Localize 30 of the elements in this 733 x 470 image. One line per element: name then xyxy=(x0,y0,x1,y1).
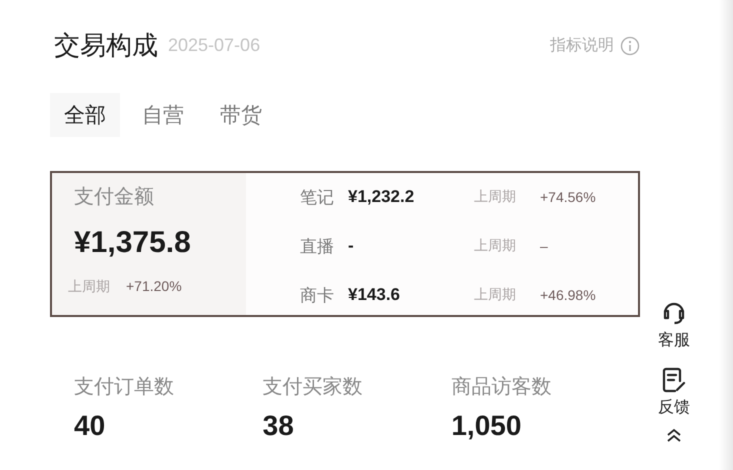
tab[interactable]: 自营 xyxy=(128,93,198,137)
channel-name: 直播 xyxy=(300,236,335,258)
channel-value: ¥1,232.2 xyxy=(348,187,416,207)
compare-label: 上周期 xyxy=(474,188,517,206)
channel-name: 商卡 xyxy=(300,284,335,306)
metric-label: 支付金额 xyxy=(74,183,155,210)
change-value: +71.20% xyxy=(126,278,182,296)
compare-label: 上周期 xyxy=(68,278,110,296)
section-title: 交易构成 xyxy=(54,30,158,63)
change-value: +74.56% xyxy=(540,189,596,205)
scroll-top-icon[interactable] xyxy=(665,428,683,442)
compare-label: 上周期 xyxy=(474,237,517,255)
metric-value: ¥1,375.8 xyxy=(74,226,192,260)
date-label: 2025-07-06 xyxy=(168,35,260,56)
stat-value: 40 xyxy=(74,410,106,442)
stat-label: 支付买家数 xyxy=(262,373,364,400)
tool-label[interactable]: 客服 xyxy=(658,330,690,351)
channel-value: - xyxy=(348,236,355,256)
tab[interactable]: 全部 xyxy=(50,93,120,137)
tool-label[interactable]: 反馈 xyxy=(658,397,690,418)
channel-name: 笔记 xyxy=(300,186,335,208)
channel-value: ¥143.6 xyxy=(348,285,401,305)
compare-label: 上周期 xyxy=(474,286,517,304)
stat-value: 38 xyxy=(262,410,295,442)
stat-label: 支付订单数 xyxy=(74,373,175,400)
stat-label: 商品访客数 xyxy=(451,373,552,400)
change-value: – xyxy=(540,238,548,254)
change-value: +46.98% xyxy=(540,287,596,303)
tab[interactable]: 带货 xyxy=(206,93,276,137)
stat-value: 1,050 xyxy=(451,410,522,442)
